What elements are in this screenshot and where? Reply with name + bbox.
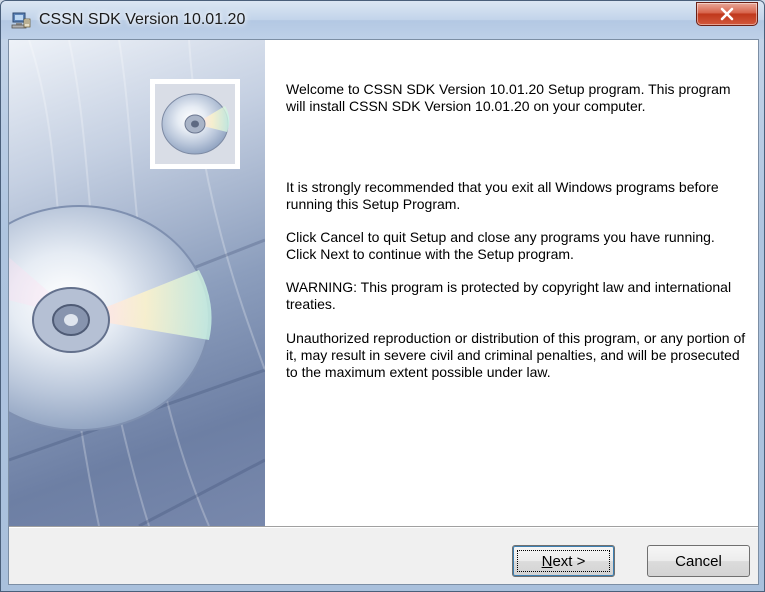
- setup-computer-icon: [11, 10, 31, 30]
- dialog-client-area: Welcome to CSSN SDK Version 10.01.20 Set…: [8, 39, 759, 585]
- welcome-content: Welcome to CSSN SDK Version 10.01.20 Set…: [265, 40, 758, 526]
- close-button[interactable]: [696, 2, 758, 26]
- unauthorized-paragraph: Unauthorized reproduction or distributio…: [286, 330, 746, 380]
- cancel-button-label: Cancel: [675, 552, 722, 570]
- exit-programs-paragraph: It is strongly recommended that you exit…: [286, 179, 719, 212]
- large-disc-graphic: [9, 205, 212, 431]
- cancel-next-paragraph: Click Cancel to quit Setup and close any…: [286, 229, 715, 262]
- welcome-paragraph: Welcome to CSSN SDK Version 10.01.20 Set…: [286, 81, 731, 114]
- cd-disc-icon: [161, 93, 230, 155]
- copyright-warning-paragraph: WARNING: This program is protected by co…: [286, 279, 732, 312]
- title-bar[interactable]: CSSN SDK Version 10.01.20: [1, 1, 764, 39]
- button-bar: Next > Cancel: [9, 528, 758, 584]
- window-title: CSSN SDK Version 10.01.20: [39, 11, 246, 28]
- close-icon: [720, 7, 734, 21]
- focus-rectangle: [517, 550, 610, 572]
- setup-window: CSSN SDK Version 10.01.20 Welcome to CSS…: [0, 0, 765, 592]
- cancel-button[interactable]: Cancel: [647, 545, 750, 577]
- next-button[interactable]: Next >: [512, 545, 615, 577]
- setup-banner-image: [9, 40, 265, 526]
